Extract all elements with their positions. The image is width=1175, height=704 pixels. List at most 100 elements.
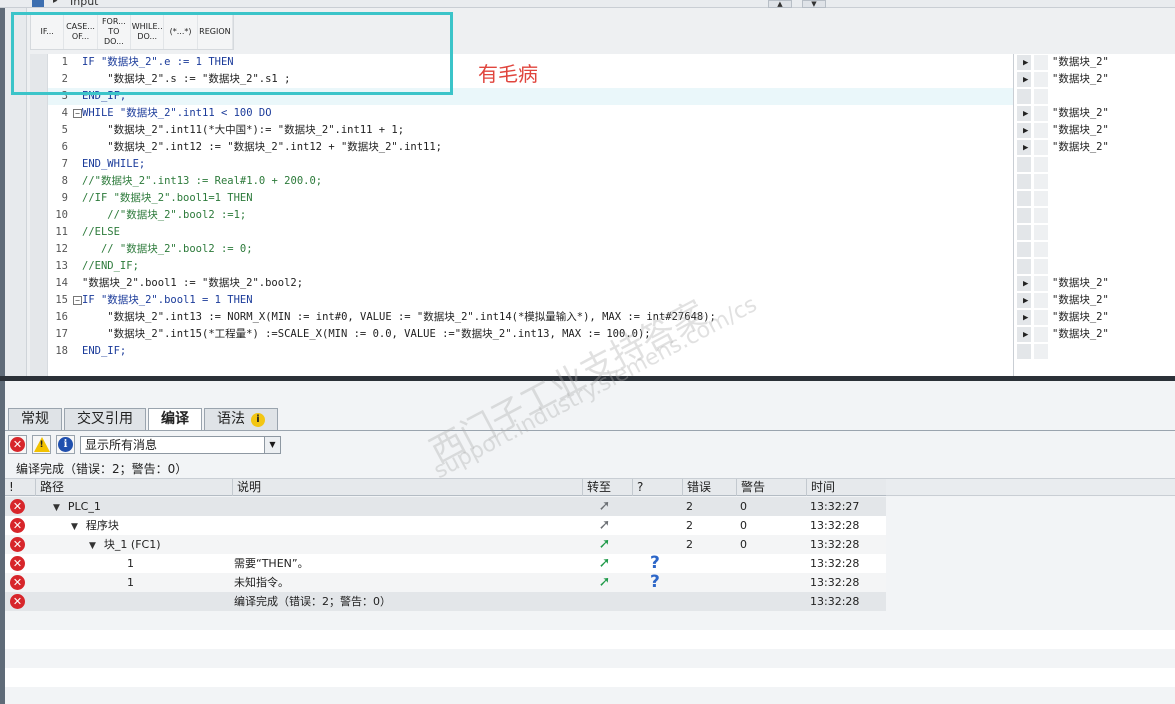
- xref-expand-cell[interactable]: [1017, 89, 1031, 104]
- table-row[interactable]: ✕ 编译完成（错误：2；警告：0） 13:32:28: [5, 592, 1175, 611]
- xref-row[interactable]: ▶ "数据块_2": [1014, 54, 1175, 71]
- goto-arrow-icon[interactable]: ➚: [597, 556, 612, 571]
- message-filter-select[interactable]: 显示所有消息 ▼: [80, 436, 281, 454]
- tab-cross-reference[interactable]: 交叉引用: [64, 408, 146, 430]
- collapse-arrow-icon[interactable]: ▼: [53, 503, 60, 513]
- xref-row[interactable]: [1014, 190, 1175, 207]
- table-row[interactable]: ✕ ▼ 程序块 ➚ 2 0 13:32:28: [5, 516, 1175, 535]
- code-line[interactable]: 10 //"数据块_2".bool2 :=1;: [48, 207, 1013, 224]
- col-path[interactable]: 路径: [35, 479, 232, 496]
- xref-row[interactable]: [1014, 343, 1175, 360]
- table-row[interactable]: ✕ 1 需要“THEN”。 ➚? 13:32:28: [5, 554, 1175, 573]
- xref-expand-cell[interactable]: ▶: [1017, 106, 1031, 121]
- code-line[interactable]: 16 "数据块_2".int13 := NORM_X(MIN := int#0,…: [48, 309, 1013, 326]
- code-line[interactable]: 7 END_WHILE;: [48, 156, 1013, 173]
- scroll-down-button[interactable]: ▼: [802, 0, 826, 8]
- col-errors[interactable]: 错误: [682, 479, 736, 496]
- xref-row[interactable]: [1014, 156, 1175, 173]
- table-row[interactable]: ✕ 1 未知指令。 ➚? 13:32:28: [5, 573, 1175, 592]
- code-line[interactable]: 8 //"数据块_2".int13 := Real#1.0 + 200.0;: [48, 173, 1013, 190]
- table-row[interactable]: ✕ ▼ 块_1 (FC1) ➚ 2 0 13:32:28: [5, 535, 1175, 554]
- xref-row[interactable]: ▶ "数据块_2": [1014, 139, 1175, 156]
- help-icon[interactable]: ?: [650, 574, 660, 591]
- scroll-up-button[interactable]: ▲: [768, 0, 792, 8]
- code-line[interactable]: 5 "数据块_2".int11(*大中国*):= "数据块_2".int11 +…: [48, 122, 1013, 139]
- xref-expand-cell[interactable]: ▶: [1017, 123, 1031, 138]
- expand-arrow-icon[interactable]: ▶: [1023, 123, 1028, 140]
- xref-expand-cell[interactable]: [1017, 174, 1031, 189]
- fold-toggle-icon[interactable]: −: [73, 109, 82, 118]
- code-line[interactable]: 9 //IF "数据块_2".bool1=1 THEN: [48, 190, 1013, 207]
- code-line[interactable]: 4− WHILE "数据块_2".int11 < 100 DO: [48, 105, 1013, 122]
- xref-row[interactable]: ▶ "数据块_2": [1014, 122, 1175, 139]
- fold-toggle-icon[interactable]: −: [73, 296, 82, 305]
- xref-expand-cell[interactable]: [1017, 208, 1031, 223]
- breakpoint-gutter[interactable]: [30, 54, 47, 376]
- code-line[interactable]: 6 "数据块_2".int12 := "数据块_2".int12 + "数据块_…: [48, 139, 1013, 156]
- expand-arrow-icon[interactable]: ▶: [1023, 327, 1028, 344]
- expand-arrow-icon[interactable]: ▸: [53, 0, 58, 6]
- code-line[interactable]: 15− IF "数据块_2".bool1 = 1 THEN: [48, 292, 1013, 309]
- xref-expand-cell[interactable]: [1017, 157, 1031, 172]
- xref-expand-cell[interactable]: ▶: [1017, 140, 1031, 155]
- xref-row[interactable]: ▶ "数据块_2": [1014, 275, 1175, 292]
- collapse-arrow-icon[interactable]: ▼: [71, 522, 78, 532]
- goto-arrow-icon[interactable]: ➚: [597, 499, 612, 514]
- xref-row[interactable]: [1014, 224, 1175, 241]
- xref-expand-cell[interactable]: [1017, 344, 1031, 359]
- code-line[interactable]: 13 //END_IF;: [48, 258, 1013, 275]
- collapse-arrow-icon[interactable]: ▼: [89, 541, 96, 551]
- code-line[interactable]: 18 END_IF;: [48, 343, 1013, 360]
- goto-arrow-icon[interactable]: ➚: [597, 518, 612, 533]
- code-line[interactable]: 17 "数据块_2".int15(*工程量*) :=SCALE_X(MIN :=…: [48, 326, 1013, 343]
- xref-row[interactable]: ▶ "数据块_2": [1014, 292, 1175, 309]
- tab-syntax[interactable]: 语法 i: [204, 408, 278, 430]
- help-icon[interactable]: ?: [650, 555, 660, 572]
- xref-expand-cell[interactable]: ▶: [1017, 310, 1031, 325]
- expand-arrow-icon[interactable]: ▶: [1023, 72, 1028, 89]
- xref-expand-cell[interactable]: ▶: [1017, 327, 1031, 342]
- show-info-button[interactable]: i: [56, 435, 75, 454]
- col-goto[interactable]: 转至: [582, 479, 632, 496]
- goto-arrow-icon[interactable]: ➚: [597, 575, 612, 590]
- expand-arrow-icon[interactable]: ▶: [1023, 55, 1028, 72]
- col-help[interactable]: ?: [632, 479, 682, 496]
- show-warnings-button[interactable]: !: [32, 435, 51, 454]
- xref-row[interactable]: ▶ "数据块_2": [1014, 105, 1175, 122]
- interface-section-label[interactable]: Input: [70, 0, 98, 8]
- chevron-down-icon[interactable]: ▼: [264, 437, 280, 453]
- expand-arrow-icon[interactable]: ▶: [1023, 293, 1028, 310]
- goto-arrow-icon[interactable]: ➚: [597, 537, 612, 552]
- xref-expand-cell[interactable]: [1017, 242, 1031, 257]
- col-status[interactable]: !: [5, 479, 35, 496]
- xref-expand-cell[interactable]: [1017, 191, 1031, 206]
- expand-arrow-icon[interactable]: ▶: [1023, 106, 1028, 123]
- xref-row[interactable]: [1014, 207, 1175, 224]
- xref-row[interactable]: ▶ "数据块_2": [1014, 309, 1175, 326]
- tab-compile[interactable]: 编译: [148, 408, 202, 430]
- xref-row[interactable]: ▶ "数据块_2": [1014, 71, 1175, 88]
- col-warnings[interactable]: 警告: [736, 479, 806, 496]
- code-line[interactable]: 12 // "数据块_2".bool2 := 0;: [48, 241, 1013, 258]
- code-line[interactable]: 11 //ELSE: [48, 224, 1013, 241]
- xref-expand-cell[interactable]: [1017, 259, 1031, 274]
- xref-expand-cell[interactable]: ▶: [1017, 72, 1031, 87]
- tab-general[interactable]: 常规: [8, 408, 62, 430]
- table-row[interactable]: ✕ ▼ PLC_1 ➚ 2 0 13:32:27: [5, 497, 1175, 516]
- xref-row[interactable]: [1014, 88, 1175, 105]
- xref-expand-cell[interactable]: [1017, 225, 1031, 240]
- show-errors-button[interactable]: ✕: [8, 435, 27, 454]
- expand-arrow-icon[interactable]: ▶: [1023, 140, 1028, 157]
- col-time[interactable]: 时间: [806, 479, 886, 496]
- code-line[interactable]: 14 "数据块_2".bool1 := "数据块_2".bool2;: [48, 275, 1013, 292]
- xref-row[interactable]: ▶ "数据块_2": [1014, 326, 1175, 343]
- xref-row[interactable]: [1014, 258, 1175, 275]
- xref-expand-cell[interactable]: ▶: [1017, 293, 1031, 308]
- xref-row[interactable]: [1014, 173, 1175, 190]
- col-description[interactable]: 说明: [232, 479, 582, 496]
- xref-row[interactable]: [1014, 241, 1175, 258]
- xref-expand-cell[interactable]: ▶: [1017, 55, 1031, 70]
- expand-arrow-icon[interactable]: ▶: [1023, 276, 1028, 293]
- expand-arrow-icon[interactable]: ▶: [1023, 310, 1028, 327]
- xref-expand-cell[interactable]: ▶: [1017, 276, 1031, 291]
